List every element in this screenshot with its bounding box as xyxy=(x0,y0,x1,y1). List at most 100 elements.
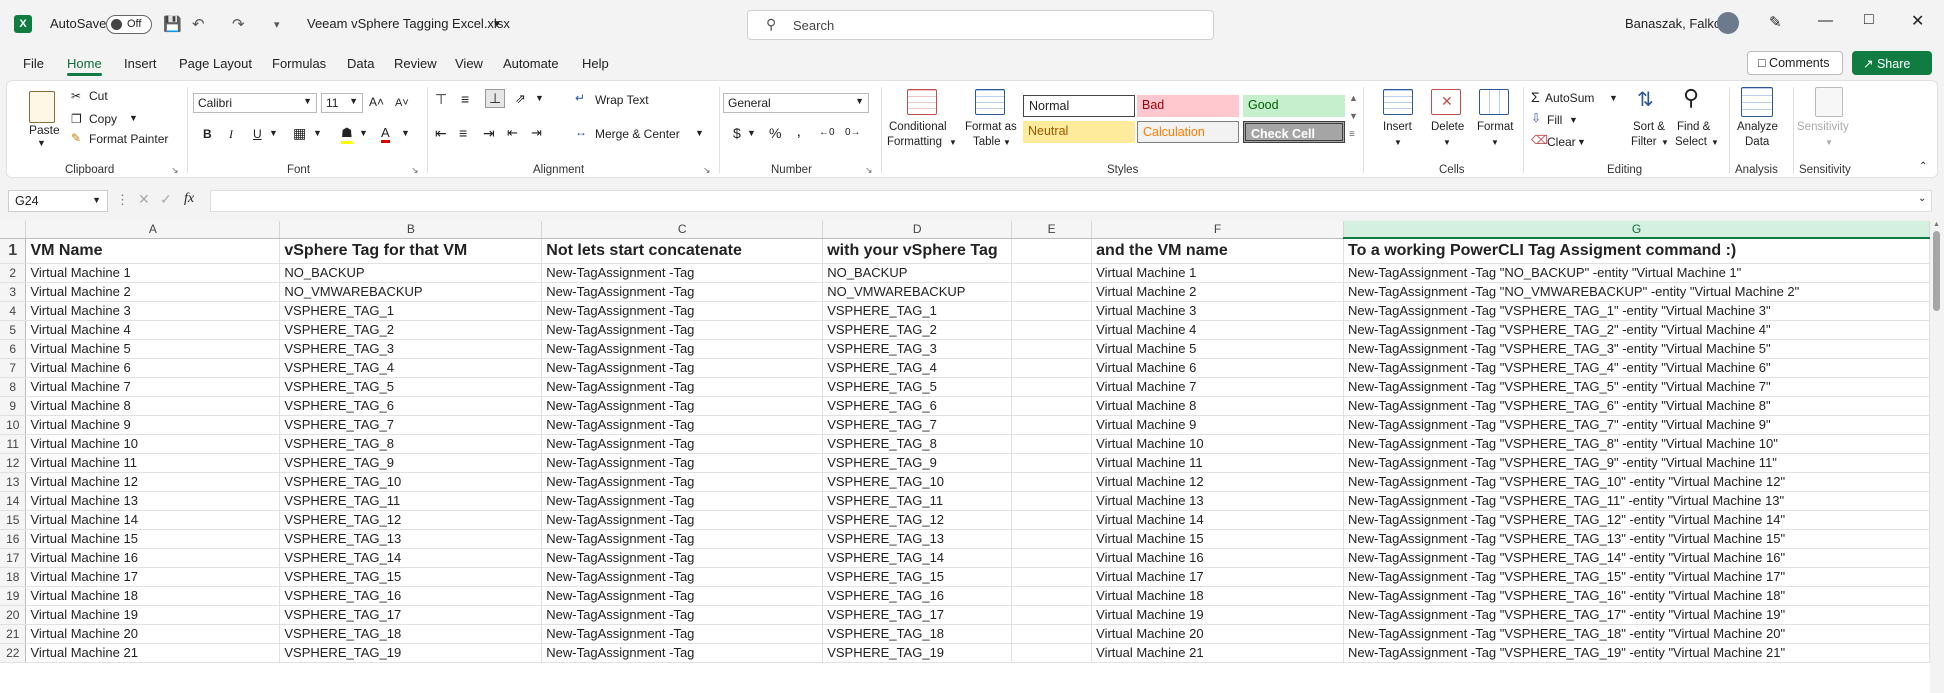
cell[interactable]: VSPHERE_TAG_2 xyxy=(279,320,543,340)
cell[interactable]: VSPHERE_TAG_16 xyxy=(822,586,1013,606)
delete-cells-icon[interactable]: ✕ xyxy=(1431,89,1461,115)
sensitivity-button[interactable]: Sensitivity xyxy=(1797,121,1849,133)
cell[interactable]: VSPHERE_TAG_19 xyxy=(279,643,543,663)
sort-filter-label-1[interactable]: Sort & xyxy=(1633,121,1665,133)
cell[interactable]: New-TagAssignment -Tag xyxy=(541,643,824,663)
cell[interactable]: Virtual Machine 7 xyxy=(25,377,281,397)
cell[interactable]: New-TagAssignment -Tag "VSPHERE_TAG_4" -… xyxy=(1343,358,1930,378)
column-header-c[interactable]: C xyxy=(541,221,824,239)
cell[interactable]: VSPHERE_TAG_15 xyxy=(279,567,543,587)
align-left-icon[interactable]: ⇤ xyxy=(435,125,447,142)
cell[interactable] xyxy=(1011,605,1093,625)
cell[interactable]: New-TagAssignment -Tag "VSPHERE_TAG_15" … xyxy=(1343,567,1930,587)
row-header[interactable]: 21 xyxy=(0,624,27,644)
cell[interactable]: VSPHERE_TAG_11 xyxy=(279,491,543,511)
share-button[interactable]: ↗ Share xyxy=(1852,51,1932,75)
row-header[interactable]: 20 xyxy=(0,605,27,625)
insert-chevron-icon[interactable]: ▼ xyxy=(1394,138,1402,147)
style-good[interactable]: Good xyxy=(1243,95,1345,117)
cell[interactable]: New-TagAssignment -Tag xyxy=(541,567,824,587)
italic-icon[interactable]: I xyxy=(229,127,233,142)
cell[interactable]: Virtual Machine 3 xyxy=(1091,301,1345,321)
cell[interactable]: VSPHERE_TAG_7 xyxy=(822,415,1013,435)
fill-color-icon[interactable]: ☗ xyxy=(341,125,353,144)
row-header[interactable]: 8 xyxy=(0,377,27,397)
styles-scroll-down-icon[interactable]: ▼ xyxy=(1349,111,1358,121)
cell[interactable]: New-TagAssignment -Tag "VSPHERE_TAG_13" … xyxy=(1343,529,1930,549)
cell[interactable]: VSPHERE_TAG_18 xyxy=(822,624,1013,644)
cell[interactable]: VSPHERE_TAG_3 xyxy=(822,339,1013,359)
cell[interactable]: New-TagAssignment -Tag "NO_BACKUP" -enti… xyxy=(1343,263,1930,283)
confirm-entry-icon[interactable]: ✓ xyxy=(160,191,172,208)
cell[interactable]: Virtual Machine 12 xyxy=(1091,472,1345,492)
cell[interactable]: New-TagAssignment -Tag "VSPHERE_TAG_2" -… xyxy=(1343,320,1930,340)
cell[interactable]: Virtual Machine 17 xyxy=(25,567,281,587)
tab-insert[interactable]: Insert xyxy=(124,56,157,71)
undo-icon[interactable]: ↶ xyxy=(192,15,205,33)
align-center-icon[interactable]: ≡ xyxy=(459,125,467,141)
insert-function-icon[interactable]: fx xyxy=(184,191,194,207)
cell[interactable]: VSPHERE_TAG_12 xyxy=(279,510,543,530)
alignment-launcher-icon[interactable]: ↘ xyxy=(703,165,711,176)
cell[interactable]: Virtual Machine 13 xyxy=(25,491,281,511)
autosave-toggle[interactable]: Off xyxy=(106,15,152,34)
style-normal[interactable]: Normal xyxy=(1023,95,1135,117)
cell[interactable]: Virtual Machine 9 xyxy=(25,415,281,435)
cell[interactable]: New-TagAssignment -Tag "VSPHERE_TAG_19" … xyxy=(1343,643,1930,663)
cell[interactable]: Virtual Machine 18 xyxy=(25,586,281,606)
cell[interactable]: New-TagAssignment -Tag "VSPHERE_TAG_12" … xyxy=(1343,510,1930,530)
cell[interactable]: VSPHERE_TAG_16 xyxy=(279,586,543,606)
fill-chevron-icon[interactable]: ▼ xyxy=(1569,115,1578,125)
cell[interactable]: New-TagAssignment -Tag xyxy=(541,377,824,397)
cell[interactable]: VSPHERE_TAG_2 xyxy=(822,320,1013,340)
row-header[interactable]: 1 xyxy=(0,238,27,264)
cell[interactable]: New-TagAssignment -Tag xyxy=(541,510,824,530)
find-select-icon[interactable]: ⚲ xyxy=(1683,85,1699,111)
tab-page-layout[interactable]: Page Layout xyxy=(179,56,252,71)
increase-decimal-icon[interactable]: ←0 xyxy=(819,127,835,138)
clear-chevron-icon[interactable]: ▼ xyxy=(1577,137,1586,147)
cell[interactable]: New-TagAssignment -Tag xyxy=(541,548,824,568)
cell[interactable]: Virtual Machine 2 xyxy=(1091,282,1345,302)
cell[interactable]: Virtual Machine 20 xyxy=(25,624,281,644)
currency-icon[interactable]: $ xyxy=(733,125,741,141)
format-as-table-icon[interactable] xyxy=(975,89,1005,115)
cell[interactable]: Virtual Machine 2 xyxy=(25,282,281,302)
cell[interactable]: New-TagAssignment -Tag xyxy=(541,320,824,340)
cell[interactable]: Virtual Machine 19 xyxy=(25,605,281,625)
cell[interactable]: VSPHERE_TAG_8 xyxy=(279,434,543,454)
copy-chevron-icon[interactable]: ▼ xyxy=(129,113,138,123)
more-options-icon[interactable]: ⋮ xyxy=(116,192,129,208)
format-painter-button[interactable]: Format Painter xyxy=(89,132,168,146)
cell[interactable]: New-TagAssignment -Tag "VSPHERE_TAG_8" -… xyxy=(1343,434,1930,454)
cell[interactable]: VSPHERE_TAG_14 xyxy=(822,548,1013,568)
format-as-table-label-1[interactable]: Format as xyxy=(965,121,1017,133)
cell[interactable]: VSPHERE_TAG_8 xyxy=(822,434,1013,454)
merge-chevron-icon[interactable]: ▼ xyxy=(695,128,704,138)
row-header[interactable]: 5 xyxy=(0,320,27,340)
number-launcher-icon[interactable]: ↘ xyxy=(865,165,873,176)
cell[interactable] xyxy=(1011,548,1093,568)
cell[interactable]: New-TagAssignment -Tag xyxy=(541,282,824,302)
cell[interactable]: New-TagAssignment -Tag "VSPHERE_TAG_5" -… xyxy=(1343,377,1930,397)
cell[interactable]: New-TagAssignment -Tag xyxy=(541,586,824,606)
chevron-down-icon[interactable]: ▼ xyxy=(92,195,101,205)
cell[interactable]: New-TagAssignment -Tag "VSPHERE_TAG_1" -… xyxy=(1343,301,1930,321)
avatar[interactable] xyxy=(1717,12,1739,34)
cell[interactable]: New-TagAssignment -Tag "VSPHERE_TAG_7" -… xyxy=(1343,415,1930,435)
cell[interactable]: VSPHERE_TAG_4 xyxy=(822,358,1013,378)
paste-chevron-icon[interactable]: ▼ xyxy=(37,138,46,148)
cell[interactable]: VSPHERE_TAG_10 xyxy=(822,472,1013,492)
cell[interactable]: Virtual Machine 7 xyxy=(1091,377,1345,397)
cell[interactable]: Virtual Machine 11 xyxy=(1091,453,1345,473)
pen-icon[interactable]: ✎ xyxy=(1769,13,1782,31)
cell[interactable] xyxy=(1011,567,1093,587)
cell[interactable]: Virtual Machine 8 xyxy=(25,396,281,416)
percent-icon[interactable]: % xyxy=(769,125,781,141)
cell[interactable]: New-TagAssignment -Tag xyxy=(541,434,824,454)
cell[interactable]: New-TagAssignment -Tag "VSPHERE_TAG_17" … xyxy=(1343,605,1930,625)
fill-button[interactable]: Fill xyxy=(1547,113,1562,127)
formula-input[interactable] xyxy=(210,190,1932,212)
search-box[interactable]: ⚲ Search xyxy=(747,10,1214,40)
paste-button[interactable]: Paste xyxy=(29,123,60,137)
